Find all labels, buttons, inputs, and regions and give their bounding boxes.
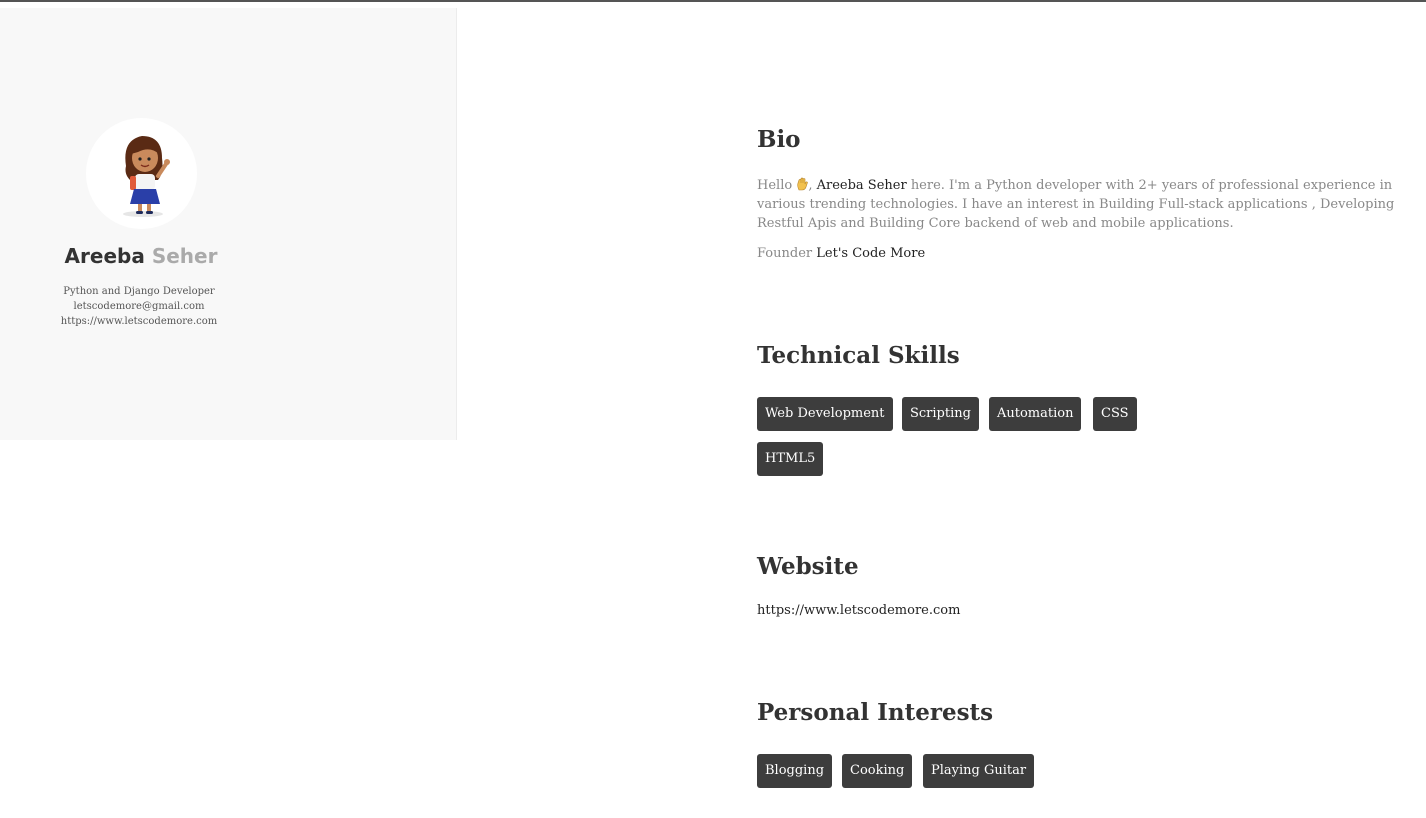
- avatar: [86, 118, 197, 229]
- bio-greeting: Hello: [757, 178, 793, 193]
- founder-company-link[interactable]: Let's Code More: [816, 246, 925, 261]
- skill-tag[interactable]: HTML5: [757, 442, 824, 476]
- interest-tag[interactable]: Blogging: [757, 754, 833, 788]
- top-border: [0, 0, 1426, 2]
- profile-name: Areeba Seher: [0, 244, 282, 268]
- bio-heading: Bio: [757, 126, 801, 153]
- interests-heading: Personal Interests: [757, 699, 994, 726]
- interest-tag[interactable]: Cooking: [842, 754, 913, 788]
- profile-role: Python and Django Developer: [63, 286, 215, 297]
- skill-tag[interactable]: CSS: [1093, 397, 1137, 431]
- skill-tag[interactable]: Automation: [989, 397, 1082, 431]
- girl-waving-avatar-icon: [123, 136, 170, 217]
- website-link[interactable]: https://www.letscodemore.com: [757, 603, 960, 618]
- skill-tag[interactable]: Scripting: [902, 397, 979, 431]
- profile-url: https://www.letscodemore.com: [60, 316, 218, 327]
- bio-text: Hello , Areeba Seher here. I'm a Python …: [757, 177, 1395, 231]
- skill-tag[interactable]: Web Development: [757, 397, 893, 431]
- website-heading: Website: [757, 553, 859, 580]
- profile-sidebar: Areeba Seher Python and Django Developer…: [0, 8, 457, 440]
- bio-name-link[interactable]: Areeba Seher: [817, 178, 907, 193]
- founder-label: Founder: [757, 246, 813, 261]
- skills-heading: Technical Skills: [757, 342, 960, 369]
- interest-tag[interactable]: Playing Guitar: [923, 754, 1035, 788]
- profile-email: letscodemore@gmail.com: [73, 301, 205, 312]
- profile-first-name: Areeba: [64, 244, 145, 268]
- profile-last-name: Seher: [151, 244, 218, 268]
- waving-hand-icon: [797, 177, 809, 191]
- founder-line: Founder Let's Code More: [757, 246, 925, 261]
